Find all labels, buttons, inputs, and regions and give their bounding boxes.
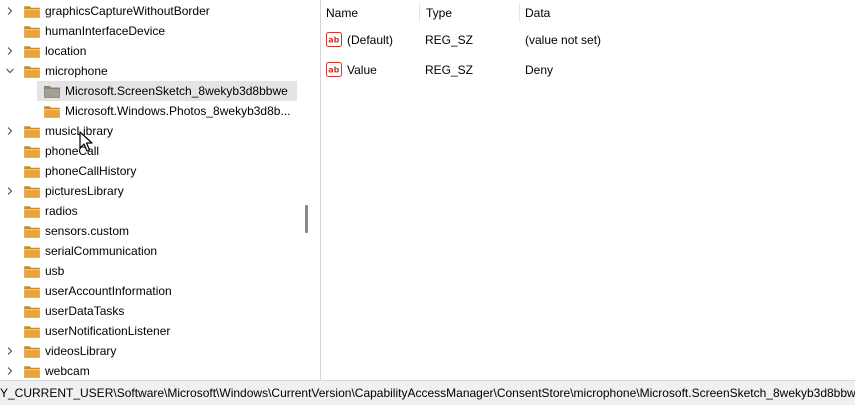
string-value-icon: ab (326, 62, 342, 77)
tree-item[interactable]: musicLibrary (0, 121, 317, 141)
folder-icon (24, 145, 40, 158)
tree-item[interactable]: microphone (0, 61, 317, 81)
status-bar: Y_CURRENT_USER\Software\Microsoft\Window… (0, 380, 855, 405)
folder-icon (24, 25, 40, 38)
folder-icon (24, 185, 40, 198)
chevron-right-icon[interactable] (5, 6, 15, 16)
tree-item[interactable]: graphicsCaptureWithoutBorder (0, 1, 317, 21)
value-data: (value not set) (525, 33, 602, 47)
value-type: REG_SZ (425, 63, 474, 77)
folder-icon (24, 165, 40, 178)
value-name: Value (347, 63, 377, 77)
folder-icon (24, 325, 40, 338)
chevron-right-icon[interactable] (5, 46, 15, 56)
tree-item[interactable]: location (0, 41, 317, 61)
tree-item-label: serialCommunication (45, 244, 158, 258)
tree-item[interactable]: sensors.custom (0, 221, 317, 241)
tree-scrollbar-thumb[interactable] (305, 205, 308, 233)
tree-item-label: picturesLibrary (45, 184, 124, 198)
folder-icon (24, 285, 40, 298)
chevron-right-icon[interactable] (5, 126, 15, 136)
column-header-data[interactable]: Data (525, 0, 550, 26)
folder-icon (24, 205, 40, 218)
tree-item-label: userAccountInformation (45, 284, 172, 298)
value-type: REG_SZ (425, 33, 474, 47)
column-header-type[interactable]: Type (426, 0, 452, 26)
tree-item-label: Microsoft.Windows.Photos_8wekyb3d8b... (65, 104, 291, 118)
list-header: Name Type Data (322, 0, 855, 26)
pane-splitter[interactable] (317, 0, 321, 380)
string-value-icon: ab (326, 32, 342, 47)
registry-path: Y_CURRENT_USER\Software\Microsoft\Window… (0, 386, 855, 400)
folder-icon (24, 5, 40, 18)
tree-item-label: Microsoft.ScreenSketch_8wekyb3d8bbwe (65, 84, 288, 98)
folder-icon (24, 305, 40, 318)
value-row[interactable]: ab (Default) REG_SZ (value not set) (322, 25, 855, 55)
folder-icon (44, 85, 60, 98)
tree-item-label: webcam (45, 364, 90, 378)
folder-icon (24, 45, 40, 58)
folder-icon (24, 65, 40, 78)
tree-item[interactable]: Microsoft.Windows.Photos_8wekyb3d8b... (0, 101, 317, 121)
folder-icon (24, 265, 40, 278)
registry-key-tree[interactable]: graphicsCaptureWithoutBorder humanInterfa… (0, 0, 317, 380)
chevron-right-icon[interactable] (5, 366, 15, 376)
tree-item[interactable]: radios (0, 201, 317, 221)
chevron-right-icon[interactable] (5, 186, 15, 196)
tree-item-label: userNotificationListener (45, 324, 171, 338)
chevron-down-icon[interactable] (5, 66, 15, 76)
tree-item-label: radios (45, 204, 78, 218)
folder-icon (24, 365, 40, 378)
tree-item[interactable]: serialCommunication (0, 241, 317, 261)
value-row[interactable]: ab Value REG_SZ Deny (322, 55, 855, 85)
tree-item-label: sensors.custom (45, 224, 130, 238)
column-header-name[interactable]: Name (326, 0, 358, 26)
folder-icon (24, 245, 40, 258)
folder-icon (44, 105, 60, 118)
tree-item[interactable]: phoneCallHistory (0, 161, 317, 181)
tree-item-label: location (45, 44, 87, 58)
column-divider[interactable] (419, 4, 420, 22)
svg-text:ab: ab (328, 36, 339, 45)
svg-text:ab: ab (328, 66, 339, 75)
tree-item[interactable]: userNotificationListener (0, 321, 317, 341)
tree-item-label: humanInterfaceDevice (45, 24, 166, 38)
tree-item[interactable]: Microsoft.ScreenSketch_8wekyb3d8bbwe (37, 81, 297, 101)
tree-item[interactable]: picturesLibrary (0, 181, 317, 201)
folder-icon (24, 225, 40, 238)
tree-item[interactable]: humanInterfaceDevice (0, 21, 317, 41)
column-divider[interactable] (519, 4, 520, 22)
tree-item-label: graphicsCaptureWithoutBorder (45, 4, 210, 18)
tree-item[interactable]: usb (0, 261, 317, 281)
tree-item[interactable]: webcam (0, 361, 317, 380)
tree-item[interactable]: videosLibrary (0, 341, 317, 361)
tree-item-label: microphone (45, 64, 108, 78)
folder-icon (24, 125, 40, 138)
tree-item[interactable]: userDataTasks (0, 301, 317, 321)
tree-item-label: usb (45, 264, 65, 278)
tree-item-label: userDataTasks (45, 304, 125, 318)
tree-item-label: phoneCallHistory (45, 164, 137, 178)
tree-item[interactable]: userAccountInformation (0, 281, 317, 301)
folder-icon (24, 345, 40, 358)
chevron-right-icon[interactable] (5, 346, 15, 356)
value-name: (Default) (347, 33, 394, 47)
tree-item-label: videosLibrary (45, 344, 117, 358)
value-data: Deny (525, 63, 554, 77)
mouse-cursor-icon (79, 131, 93, 152)
registry-values-list: Name Type Data ab (Default) REG_SZ (value n… (322, 0, 855, 380)
tree-item[interactable]: phoneCall (0, 141, 317, 161)
